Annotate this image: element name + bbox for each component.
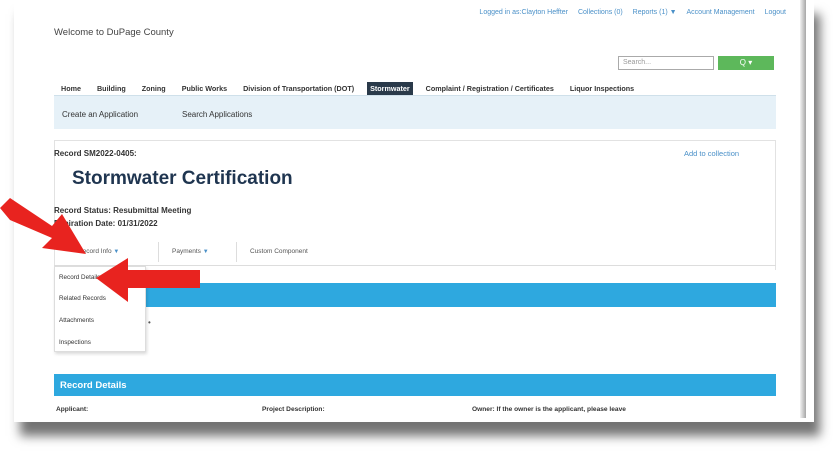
tab-custom-component[interactable]: Custom Component — [250, 248, 308, 255]
logged-in-user: Logged in as:Clayton Heffter — [479, 9, 569, 16]
search-input[interactable]: Search... — [618, 56, 714, 70]
search-button[interactable]: Q ▾ — [718, 56, 774, 70]
sub-nav: Create an Application Search Application… — [54, 95, 776, 129]
main-nav: Home Building Zoning Public Works Division o… — [58, 82, 647, 95]
record-details-heading: Record Details — [54, 374, 776, 396]
nav-building[interactable]: Building — [94, 82, 129, 95]
tab-custom-component-label: Custom Component — [250, 248, 308, 255]
nav-complaint[interactable]: Complaint / Registration / Certificates — [423, 82, 557, 95]
record-title: Stormwater Certification — [72, 168, 293, 189]
chevron-down-icon: ▼ — [202, 249, 209, 255]
page-edge-shadow — [800, 0, 806, 418]
menu-item-attachments[interactable]: Attachments — [59, 317, 94, 324]
nav-liquor[interactable]: Liquor Inspections — [567, 82, 637, 95]
chevron-down-icon: ▼ — [113, 249, 120, 255]
nav-zoning[interactable]: Zoning — [139, 82, 169, 95]
arrow-to-record-details-icon — [96, 258, 200, 302]
owner-label: Owner: If the owner is the applicant, pl… — [472, 406, 626, 413]
logout-link[interactable]: Logout — [765, 9, 786, 16]
project-description-label: Project Description: — [262, 406, 325, 413]
tab-payments[interactable]: Payments ▼ — [172, 248, 209, 255]
nav-public-works[interactable]: Public Works — [179, 82, 230, 95]
tab-payments-label: Payments — [172, 248, 201, 255]
arrow-to-record-info-icon — [0, 198, 86, 254]
nav-home[interactable]: Home — [58, 82, 84, 95]
add-to-collection-link[interactable]: Add to collection — [684, 149, 739, 158]
bullet-dot: • — [148, 318, 151, 327]
applicant-label: Applicant: — [56, 406, 89, 413]
account-management-link[interactable]: Account Management — [687, 9, 755, 16]
menu-item-record-details[interactable]: Record Details — [59, 274, 100, 281]
welcome-text: Welcome to DuPage County — [54, 27, 174, 38]
create-application-link[interactable]: Create an Application — [62, 110, 138, 119]
page-screenshot: Logged in as:Clayton Heffter Collections… — [14, 0, 814, 422]
nav-stormwater[interactable]: Stormwater — [367, 82, 413, 95]
top-links: Logged in as:Clayton Heffter Collections… — [471, 9, 786, 16]
collections-link[interactable]: Collections (0) — [578, 9, 623, 16]
search-applications-link[interactable]: Search Applications — [182, 110, 252, 119]
nav-dot[interactable]: Division of Transportation (DOT) — [240, 82, 357, 95]
record-number: Record SM2022-0405: — [54, 149, 137, 158]
menu-item-inspections[interactable]: Inspections — [59, 339, 91, 346]
tab-divider — [236, 242, 237, 262]
reports-menu[interactable]: Reports (1) ▼ — [633, 9, 677, 16]
